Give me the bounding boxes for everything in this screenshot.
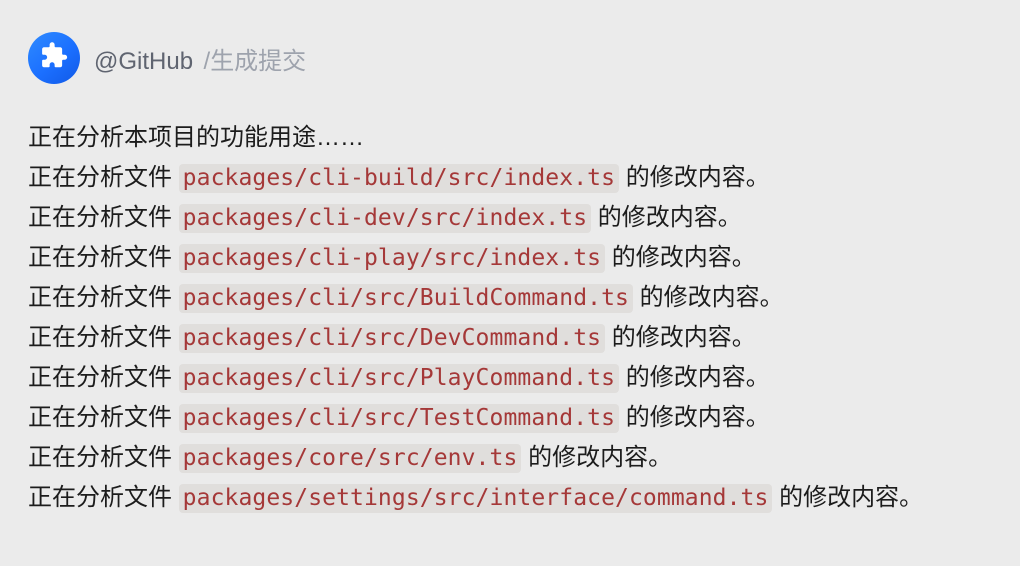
file-line-suffix: 的修改内容。	[619, 164, 770, 191]
file-path-code: packages/core/src/env.ts	[179, 444, 522, 473]
mention[interactable]: @GitHub	[94, 48, 193, 75]
file-path-code: packages/cli/src/TestCommand.ts	[179, 404, 619, 433]
file-line-prefix: 正在分析文件	[28, 244, 179, 271]
file-line-suffix: 的修改内容。	[521, 444, 672, 471]
file-line: 正在分析文件 packages/cli/src/DevCommand.ts 的修…	[28, 318, 992, 358]
file-line-suffix: 的修改内容。	[605, 244, 756, 271]
file-line-suffix: 的修改内容。	[772, 484, 923, 511]
file-line: 正在分析文件 packages/settings/src/interface/c…	[28, 478, 992, 518]
file-line-prefix: 正在分析文件	[28, 404, 179, 431]
file-line-prefix: 正在分析文件	[28, 284, 179, 311]
file-path-code: packages/cli-build/src/index.ts	[179, 164, 619, 193]
file-line-prefix: 正在分析文件	[28, 204, 179, 231]
file-lines: 正在分析文件 packages/cli-build/src/index.ts 的…	[28, 158, 992, 518]
file-path-code: packages/cli/src/BuildCommand.ts	[179, 284, 633, 313]
file-line-prefix: 正在分析文件	[28, 444, 179, 471]
file-line: 正在分析文件 packages/cli/src/BuildCommand.ts …	[28, 278, 992, 318]
file-line: 正在分析文件 packages/cli/src/TestCommand.ts 的…	[28, 398, 992, 438]
file-line-suffix: 的修改内容。	[619, 404, 770, 431]
file-path-code: packages/cli-play/src/index.ts	[179, 244, 605, 273]
file-line-prefix: 正在分析文件	[28, 324, 179, 351]
file-line: 正在分析文件 packages/cli/src/PlayCommand.ts 的…	[28, 358, 992, 398]
file-line-prefix: 正在分析文件	[28, 484, 179, 511]
file-path-code: packages/cli/src/PlayCommand.ts	[179, 364, 619, 393]
file-line-suffix: 的修改内容。	[605, 324, 756, 351]
file-line: 正在分析文件 packages/cli-dev/src/index.ts 的修改…	[28, 198, 992, 238]
puzzle-icon	[39, 41, 69, 76]
header-text: @GitHub /生成提交	[94, 41, 306, 76]
slash-command[interactable]: /生成提交	[204, 48, 307, 75]
file-path-code: packages/cli-dev/src/index.ts	[179, 204, 591, 233]
avatar	[28, 32, 80, 84]
file-path-code: packages/cli/src/DevCommand.ts	[179, 324, 605, 353]
file-line-suffix: 的修改内容。	[591, 204, 742, 231]
file-line-suffix: 的修改内容。	[619, 364, 770, 391]
message-header: @GitHub /生成提交	[28, 32, 992, 84]
chat-message: @GitHub /生成提交 正在分析本项目的功能用途…… 正在分析文件 pack…	[0, 0, 1020, 518]
file-line: 正在分析文件 packages/cli-play/src/index.ts 的修…	[28, 238, 992, 278]
file-line-prefix: 正在分析文件	[28, 164, 179, 191]
file-line: 正在分析文件 packages/core/src/env.ts 的修改内容。	[28, 438, 992, 478]
message-body: 正在分析本项目的功能用途…… 正在分析文件 packages/cli-build…	[28, 118, 992, 518]
file-path-code: packages/settings/src/interface/command.…	[179, 484, 773, 513]
file-line-suffix: 的修改内容。	[633, 284, 784, 311]
status-line: 正在分析本项目的功能用途……	[28, 118, 992, 158]
file-line-prefix: 正在分析文件	[28, 364, 179, 391]
file-line: 正在分析文件 packages/cli-build/src/index.ts 的…	[28, 158, 992, 198]
